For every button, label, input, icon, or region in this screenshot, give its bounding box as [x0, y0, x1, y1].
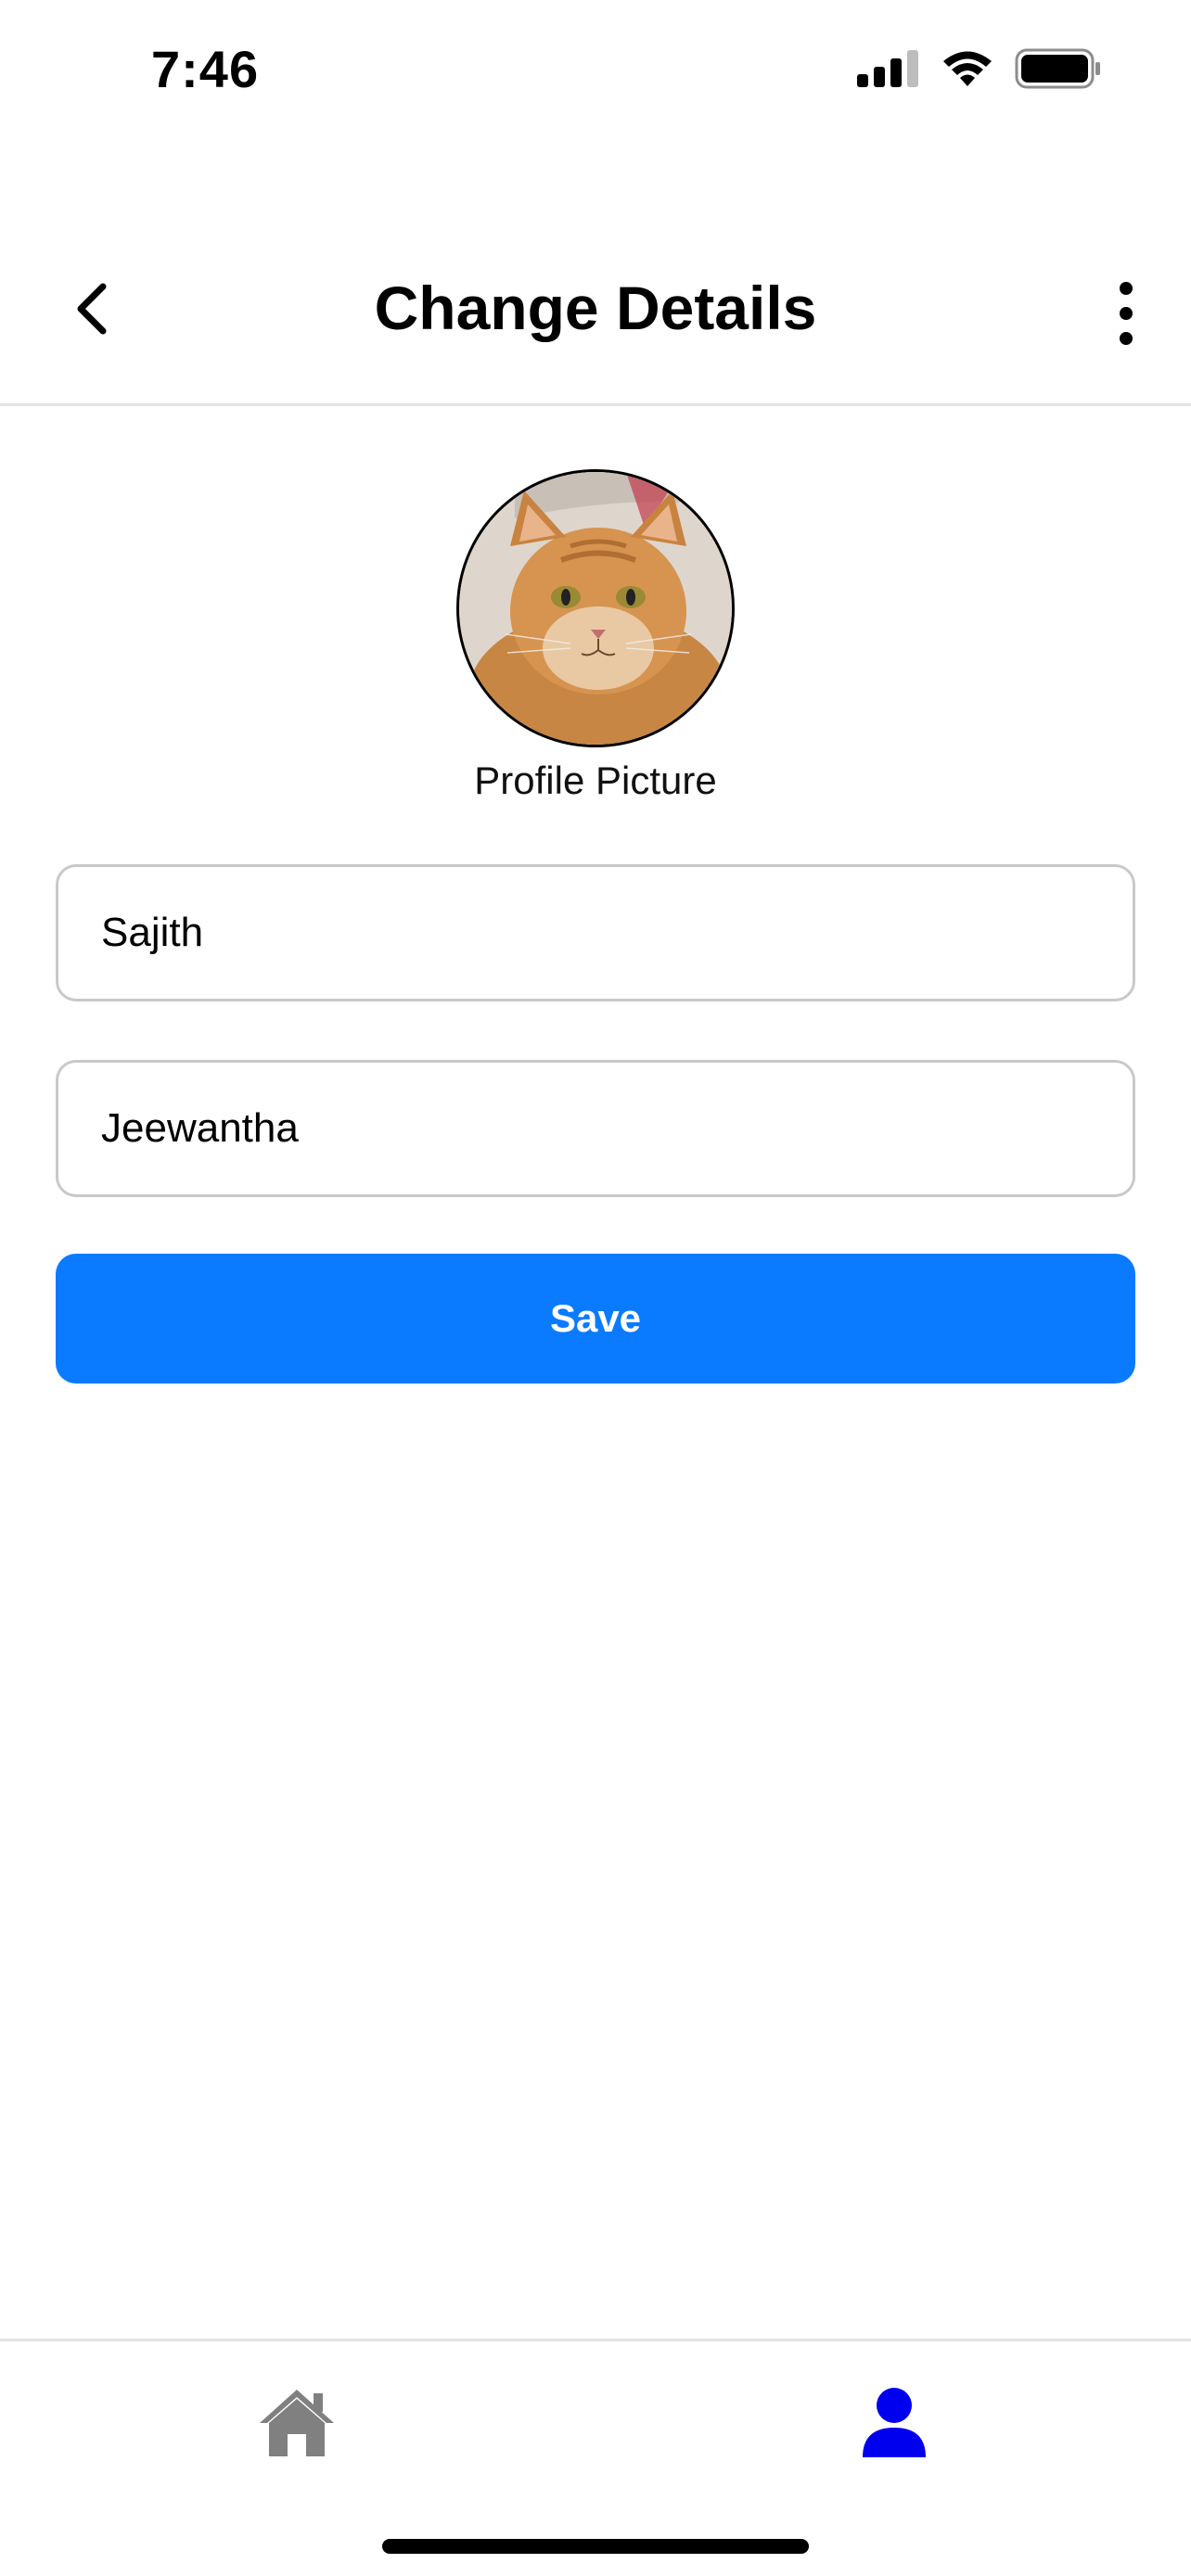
more-vertical-icon-dot	[1120, 307, 1133, 320]
last-name-input[interactable]	[56, 1060, 1135, 1197]
home-indicator	[382, 2539, 809, 2554]
wifi-icon	[941, 49, 994, 93]
first-name-input[interactable]	[56, 864, 1135, 1001]
signal-icon	[857, 49, 920, 92]
header: Change Details	[0, 250, 1191, 406]
more-vertical-icon	[1120, 282, 1133, 295]
change-details-screen: 7:46 Change Details Profile Picture Saji…	[0, 0, 1191, 2576]
tab-profile[interactable]	[839, 2378, 950, 2471]
battery-icon	[1015, 48, 1102, 94]
page-title: Change Details	[374, 274, 817, 342]
more-vertical-icon-dot	[1120, 332, 1133, 345]
status-icons	[857, 48, 1102, 93]
avatar[interactable]	[456, 469, 735, 747]
status-time: 7:46	[151, 40, 260, 98]
tab-home[interactable]	[241, 2378, 352, 2471]
status-bar: 7:46	[0, 0, 1191, 139]
home-icon	[258, 2388, 336, 2463]
cat-photo	[459, 472, 732, 745]
profile-picture-label: Profile Picture	[474, 759, 717, 802]
user-icon	[861, 2387, 928, 2464]
save-button[interactable]: Save	[56, 1254, 1135, 1384]
more-options-button[interactable]	[1098, 276, 1154, 351]
